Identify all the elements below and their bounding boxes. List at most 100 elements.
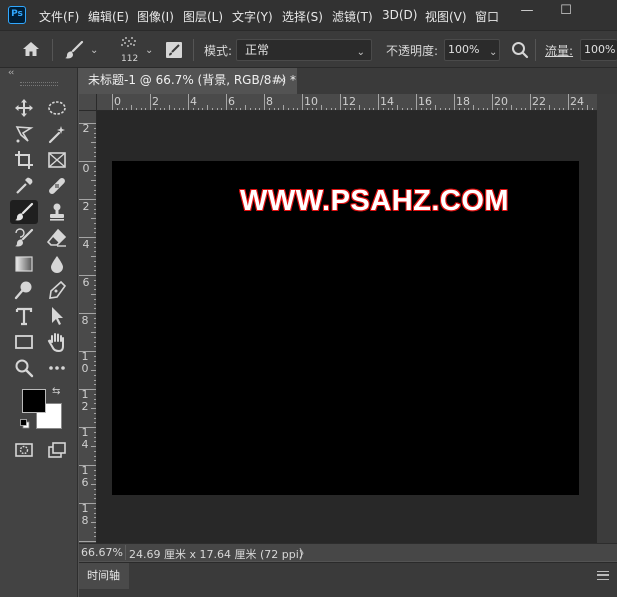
move-tool-icon[interactable] [10,96,38,120]
horizontal-ruler[interactable]: 0 2 4 6 8 10 12 14 16 18 20 22 24 [97,94,597,111]
options-bar: ⌄ 112 ⌄ 模式: 正常 ⌄ 不透明度: 100% ⌄ 流量: 100% [0,30,617,68]
foreground-color-swatch[interactable] [22,389,46,413]
blur-tool-icon[interactable] [43,252,71,276]
ruler-label: 8 [81,314,89,327]
ruler-label: 18 [456,95,470,108]
chevron-right-icon[interactable]: 〉 [299,545,310,561]
marquee-tool-icon[interactable] [43,96,71,120]
menu-view[interactable]: 视图(V) [425,8,467,25]
timeline-panel: 时间轴 [79,562,617,597]
menu-edit[interactable]: 编辑(E) [88,8,129,25]
ruler-label: 12 [342,95,356,108]
ruler-label: 0 [82,162,90,175]
menu-file[interactable]: 文件(F) [39,8,79,25]
ruler-label: 22 [532,95,546,108]
clone-stamp-tool-icon[interactable] [43,200,71,224]
panel-grip[interactable] [20,82,58,86]
brush-size-label: 112 [121,54,139,64]
vertical-scrollbar[interactable] [597,94,617,543]
ruler-label: 20 [494,95,508,108]
ruler-label: 8 [266,95,273,108]
ruler-label: 1 2 [81,388,89,413]
brush-icon[interactable] [64,40,84,63]
ruler-label: 6 [228,95,235,108]
ruler-label: 1 8 [81,502,89,527]
panel-menu-icon[interactable] [597,571,609,580]
menu-window[interactable]: 窗口 [475,8,499,25]
type-tool-icon[interactable] [10,304,38,328]
status-bar: 66.67% 24.69 厘米 x 17.64 厘米 (72 ppi) 〉 [79,543,617,561]
chevron-down-icon[interactable]: ⌄ [90,45,98,56]
ruler-label: 2 [152,95,159,108]
timeline-tab[interactable]: 时间轴 [79,563,129,589]
pressure-opacity-icon[interactable] [511,41,529,62]
ruler-label: 14 [380,95,394,108]
more-tools-icon[interactable] [43,356,71,380]
healing-brush-tool-icon[interactable] [43,174,71,198]
dodge-tool-icon[interactable] [10,278,38,302]
document-canvas[interactable]: WWW.PSAHZ.COM [112,161,579,495]
zoom-tool-icon[interactable] [10,356,38,380]
flow-value: 100% [584,43,616,56]
chevron-down-icon[interactable]: ⌄ [145,45,153,56]
default-colors-icon[interactable] [20,418,30,429]
vertical-ruler[interactable]: 2 0 2 4 6 8 1 0 1 2 1 4 1 6 1 8 [79,111,97,543]
quick-mask-icon[interactable] [10,438,38,462]
opacity-field[interactable]: 100% ⌄ [444,39,500,61]
hand-tool-icon[interactable] [43,330,71,354]
swap-colors-icon[interactable]: ⇆ [52,386,60,397]
ruler-origin[interactable] [79,94,97,111]
document-tab-title: 未标题-1 @ 66.7% (背景, RGB/8#) * [88,73,296,87]
brush-preset-icon[interactable]: 112 [115,34,143,64]
crop-tool-icon[interactable] [10,148,38,172]
ruler-label: 1 0 [81,350,89,375]
menu-3d[interactable]: 3D(D) [382,8,417,22]
menu-select[interactable]: 选择(S) [282,8,323,25]
frame-tool-icon[interactable] [43,148,71,172]
history-brush-tool-icon[interactable] [10,226,38,250]
ruler-label: 4 [82,238,90,251]
minimize-button[interactable]: — [509,0,545,24]
chevron-down-icon: ⌄ [356,47,365,58]
gradient-tool-icon[interactable] [10,252,38,276]
document-tab-strip: 未标题-1 @ 66.7% (背景, RGB/8#) * × [79,68,617,94]
ruler-label: 6 [82,276,90,289]
menu-filter[interactable]: 滤镜(T) [332,8,373,25]
mode-value: 正常 [245,43,270,57]
ruler-label: 2 [82,122,90,135]
tools-panel: ‹‹ ⇆ [0,68,78,597]
opacity-label: 不透明度: [386,44,439,58]
ruler-label: 0 [114,95,121,108]
document-info: 24.69 厘米 x 17.64 厘米 (72 ppi) [129,548,304,561]
ruler-label: 4 [190,95,197,108]
document-tab[interactable]: 未标题-1 @ 66.7% (背景, RGB/8#) * × [79,68,297,94]
eyedropper-tool-icon[interactable] [10,174,38,198]
rectangle-tool-icon[interactable] [10,330,38,354]
photoshop-logo: Ps [8,6,26,24]
collapse-panel-button[interactable]: ‹‹ [8,68,14,78]
mode-select[interactable]: 正常 ⌄ [236,39,372,61]
mode-label: 模式: [204,44,233,58]
flow-label: 流量: [545,44,574,58]
ruler-label: 1 4 [81,426,89,451]
menu-type[interactable]: 文字(Y) [232,8,273,25]
screen-mode-icon[interactable] [43,438,71,462]
brush-tool-icon[interactable] [10,200,38,224]
menu-layer[interactable]: 图层(L) [183,8,223,25]
path-selection-tool-icon[interactable] [43,304,71,328]
flow-field[interactable]: 100% [580,39,617,61]
opacity-value: 100% [448,43,480,56]
magic-wand-tool-icon[interactable] [43,122,71,146]
zoom-level[interactable]: 66.67% [81,546,123,559]
menu-image[interactable]: 图像(I) [137,8,174,25]
close-icon[interactable]: × [277,68,287,93]
maximize-button[interactable]: ☐ [548,0,584,24]
brush-settings-icon[interactable] [165,41,183,62]
canvas-text-layer[interactable]: WWW.PSAHZ.COM [240,185,509,218]
eraser-tool-icon[interactable] [43,226,71,250]
pen-tool-icon[interactable] [43,278,71,302]
menu-bar: Ps 文件(F) 编辑(E) 图像(I) 图层(L) 文字(Y) 选择(S) 滤… [0,0,617,30]
home-icon[interactable] [22,41,40,60]
lasso-tool-icon[interactable] [10,122,38,146]
ruler-label: 10 [304,95,318,108]
